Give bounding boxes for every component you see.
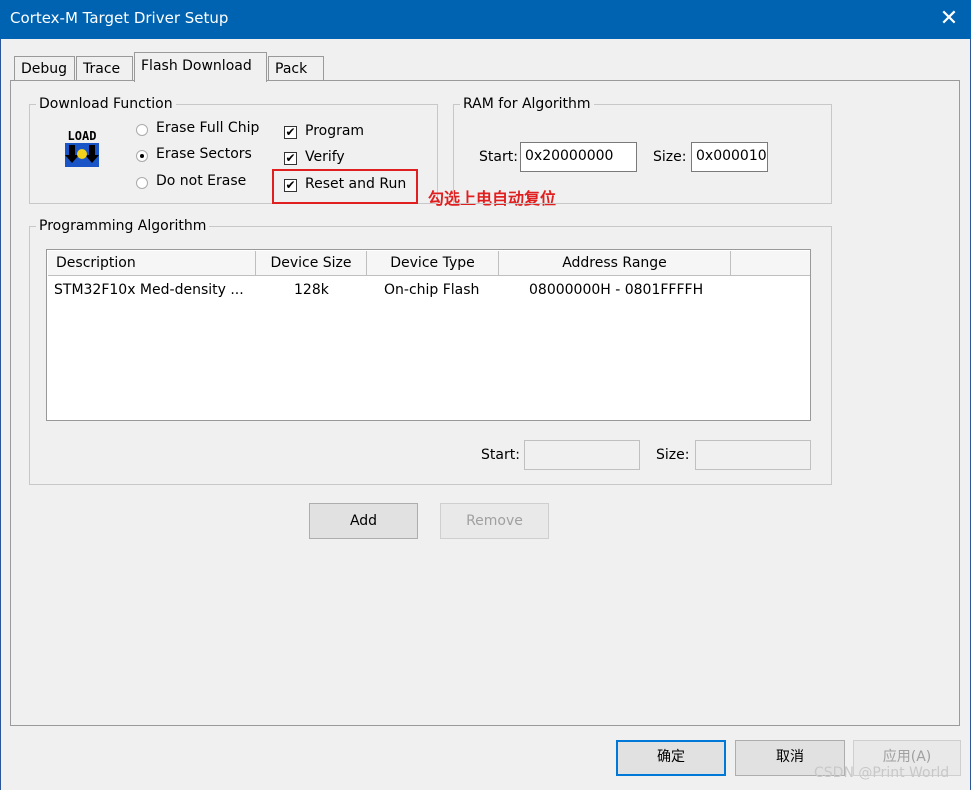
algorithm-list[interactable]: Description Device Size Device Type Addr… xyxy=(46,249,811,421)
algorithm-size-label: Size: xyxy=(656,447,690,463)
load-icon: LOAD xyxy=(61,127,103,169)
radio-button[interactable] xyxy=(136,124,148,136)
annotation-highlight-box xyxy=(272,169,418,204)
radio-label: Erase Sectors xyxy=(156,146,252,162)
column-header-filler xyxy=(731,251,810,276)
remove-button[interactable]: Remove xyxy=(440,503,549,539)
close-icon[interactable]: ✕ xyxy=(934,5,964,33)
ram-size-input[interactable]: 0x000010 xyxy=(691,142,768,172)
tab-debug[interactable]: Debug xyxy=(14,56,75,81)
algorithm-size-input[interactable] xyxy=(695,440,811,470)
cell-address-range: 08000000H - 0801FFFFH xyxy=(529,282,704,298)
column-header-device-size[interactable]: Device Size xyxy=(256,251,367,276)
table-row[interactable]: STM32F10x Med-density ... 128k On-chip F… xyxy=(48,278,809,302)
checkbox-label: Verify xyxy=(305,149,345,165)
checkbox-box[interactable]: ✔ xyxy=(284,152,297,165)
window-title: Cortex-M Target Driver Setup xyxy=(10,9,229,27)
ok-button[interactable]: 确定 xyxy=(616,740,726,776)
ram-size-label: Size: xyxy=(653,149,687,165)
radio-label: Erase Full Chip xyxy=(156,120,260,136)
radio-button[interactable] xyxy=(136,177,148,189)
tab-trace[interactable]: Trace xyxy=(76,56,133,81)
tab-label: Trace xyxy=(83,61,121,77)
tab-label: Flash Download xyxy=(141,58,252,74)
programming-algorithm-legend: Programming Algorithm xyxy=(36,217,210,235)
title-bar: Cortex-M Target Driver Setup ✕ xyxy=(0,0,971,39)
tab-pack[interactable]: Pack xyxy=(268,56,324,81)
ram-start-input[interactable]: 0x20000000 xyxy=(520,142,637,172)
add-button[interactable]: Add xyxy=(309,503,418,539)
checkbox-label: Program xyxy=(305,123,365,139)
tab-flash-download[interactable]: Flash Download xyxy=(134,52,267,82)
column-header-description[interactable]: Description xyxy=(48,251,256,276)
cell-device-size: 128k xyxy=(294,282,329,298)
algorithm-start-label: Start: xyxy=(481,447,520,463)
tab-label: Debug xyxy=(21,61,68,77)
watermark: CSDN @Print World xyxy=(814,765,950,781)
cell-description: STM32F10x Med-density ... xyxy=(54,282,244,298)
radio-label: Do not Erase xyxy=(156,173,247,189)
tab-label: Pack xyxy=(275,61,308,77)
column-header-device-type[interactable]: Device Type xyxy=(367,251,499,276)
column-header-address-range[interactable]: Address Range xyxy=(499,251,731,276)
load-icon-text: LOAD xyxy=(68,129,97,143)
ram-legend: RAM for Algorithm xyxy=(460,95,594,113)
ram-start-label: Start: xyxy=(479,149,518,165)
download-function-legend: Download Function xyxy=(36,95,176,113)
checkbox-box[interactable]: ✔ xyxy=(284,126,297,139)
radio-button[interactable] xyxy=(136,150,148,162)
cell-device-type: On-chip Flash xyxy=(384,282,480,298)
algorithm-start-input[interactable] xyxy=(524,440,640,470)
